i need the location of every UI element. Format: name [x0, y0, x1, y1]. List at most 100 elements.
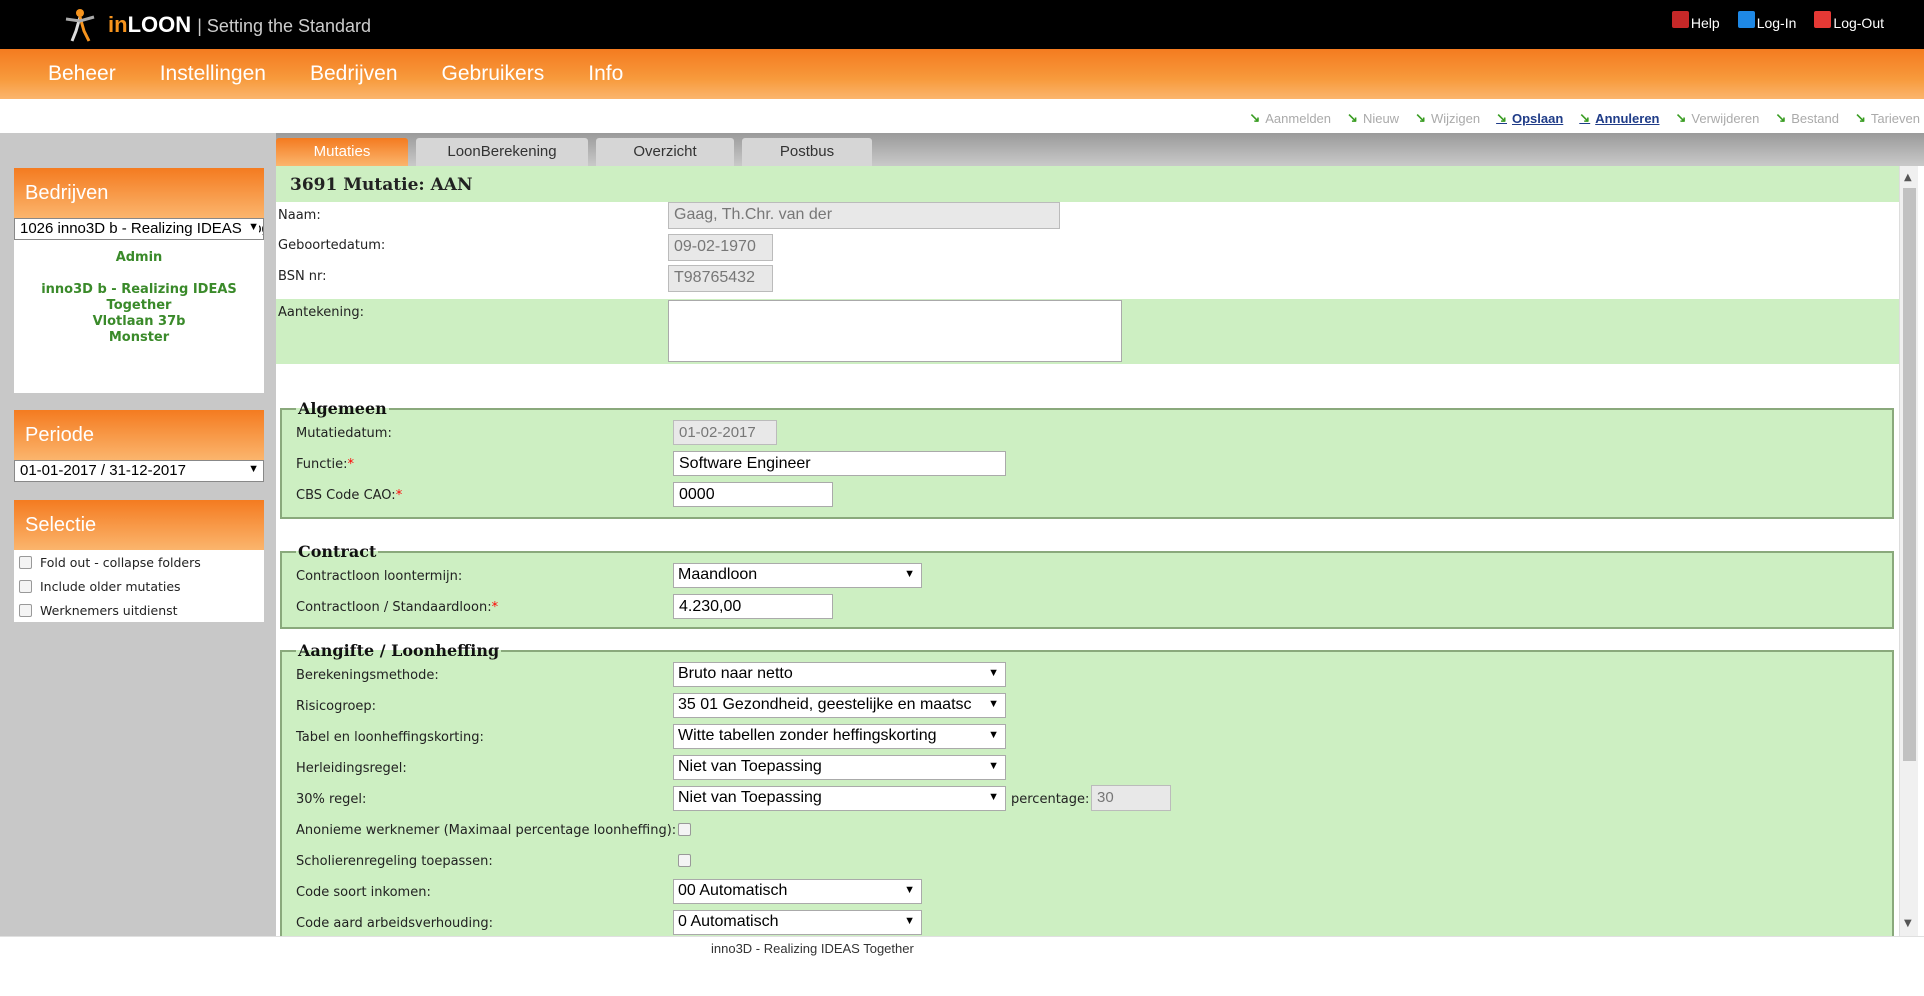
- selectie-panel: Selectie Fold out - collapse folders Inc…: [14, 500, 264, 622]
- action-annuleren[interactable]: ↘ Annuleren: [1579, 110, 1659, 126]
- help-label: Help: [1690, 14, 1720, 31]
- scroll-down-icon[interactable]: ▼: [1904, 918, 1912, 929]
- menu-bedrijven[interactable]: Bedrijven: [310, 62, 398, 86]
- login-link[interactable]: Log-In: [1737, 11, 1796, 31]
- action-bestand[interactable]: ↘ Bestand: [1775, 110, 1839, 126]
- include-older-label: Include older mutaties: [40, 578, 181, 594]
- menu-info[interactable]: Info: [588, 62, 623, 86]
- contract-legend: Contract: [298, 542, 377, 561]
- geboortedatum-label: Geboortedatum:: [278, 238, 386, 253]
- brand-title: inLOON | Setting the Standard: [108, 12, 371, 38]
- periode-select[interactable]: 01-01-2017 / 31-12-2017 ▼: [14, 460, 264, 482]
- scroll-up-icon[interactable]: ▲: [1904, 172, 1912, 183]
- tab-overzicht[interactable]: Overzicht: [596, 138, 734, 166]
- scrollbar-thumb[interactable]: [1903, 188, 1916, 761]
- cbs-field[interactable]: 0000: [673, 482, 833, 507]
- action-wijzigen[interactable]: ↘ Wijzigen: [1415, 110, 1480, 126]
- berekeningsmethode-label: Berekeningsmethode:: [296, 668, 439, 683]
- help-link[interactable]: Help: [1671, 11, 1720, 31]
- company-name-line1: inno3D b - Realizing IDEAS: [41, 282, 237, 297]
- required-asterisk: *: [395, 488, 403, 503]
- standaardloon-row: Contractloon / Standaardloon:* 4.230,00: [296, 592, 1878, 623]
- inloon-logo-icon: [65, 9, 95, 42]
- code-soort-select[interactable]: 00 Automatisch ▼: [673, 879, 922, 904]
- geboortedatum-field[interactable]: 09-02-1970: [668, 234, 773, 261]
- anoniem-row: Anonieme werknemer (Maximaal percentage …: [296, 815, 1878, 846]
- menu-beheer[interactable]: Beheer: [48, 62, 116, 86]
- tab-loonberekening[interactable]: LoonBerekening: [416, 138, 588, 166]
- herleidingsregel-select[interactable]: Niet van Toepassing ▼: [673, 755, 1006, 780]
- naam-label: Naam:: [278, 208, 321, 223]
- mutatiedatum-field[interactable]: 01-02-2017: [673, 420, 777, 445]
- brand-tagline: | Setting the Standard: [197, 16, 372, 36]
- berekeningsmethode-select[interactable]: Bruto naar netto ▼: [673, 662, 1006, 687]
- menu-instellingen[interactable]: Instellingen: [160, 62, 266, 86]
- include-older-checkbox[interactable]: [19, 579, 32, 593]
- risicogroep-select[interactable]: 35 01 Gezondheid, geestelijke en maatsc …: [673, 693, 1006, 718]
- company-city: Monster: [108, 330, 170, 345]
- option-werknemers-uitdienst[interactable]: Werknemers uitdienst: [14, 598, 264, 622]
- functie-label: Functie:*: [296, 457, 354, 472]
- naam-field[interactable]: Gaag, Th.Chr. van der: [668, 202, 1060, 229]
- geboortedatum-row: Geboortedatum: 09-02-1970: [276, 232, 1899, 263]
- functie-row: Functie:* Software Engineer: [296, 449, 1878, 480]
- scholieren-checkbox[interactable]: [678, 854, 691, 867]
- logout-icon: [1814, 11, 1832, 28]
- dertig-procent-select[interactable]: Niet van Toepassing ▼: [673, 786, 1006, 811]
- arrow-down-right-icon: ↘: [1775, 110, 1787, 125]
- percentage-field[interactable]: 30: [1091, 785, 1171, 811]
- tabel-select[interactable]: Witte tabellen zonder heffingskorting ▼: [673, 724, 1006, 749]
- aangifte-legend: Aangifte / Loonheffing: [298, 641, 500, 660]
- standaardloon-label-text: Contractloon / Standaardloon:: [296, 600, 492, 615]
- risicogroep-row: Risicogroep: 35 01 Gezondheid, geestelij…: [296, 691, 1878, 722]
- cbs-label: CBS Code CAO:*: [296, 488, 402, 503]
- code-aard-select[interactable]: 0 Automatisch ▼: [673, 910, 922, 935]
- uitdienst-checkbox[interactable]: [19, 603, 32, 617]
- option-include-older[interactable]: Include older mutaties: [14, 574, 264, 598]
- mutatiedatum-label: Mutatiedatum:: [296, 426, 392, 441]
- brand-loon: LOON: [127, 12, 192, 37]
- action-nieuw[interactable]: ↘ Nieuw: [1347, 110, 1399, 126]
- action-aanmelden[interactable]: ↘ Aanmelden: [1249, 110, 1331, 126]
- content-scrollbar[interactable]: ▲ ▼: [1899, 166, 1918, 936]
- arrow-down-right-icon: ↘: [1854, 110, 1866, 125]
- action-tarieven[interactable]: ↘ Tarieven: [1855, 110, 1920, 126]
- aantekening-textarea[interactable]: [668, 300, 1122, 362]
- anoniem-checkbox[interactable]: [678, 823, 691, 836]
- code-aard-value: 0 Automatisch: [678, 913, 779, 930]
- bsn-field[interactable]: T98765432: [668, 265, 773, 292]
- brand-in: in: [108, 12, 128, 37]
- action-opslaan[interactable]: ↘ Opslaan: [1496, 110, 1563, 126]
- functie-field[interactable]: Software Engineer: [673, 451, 1006, 476]
- bedrijf-select[interactable]: 1026 inno3D b - Realizing IDEAS Together…: [14, 218, 264, 240]
- help-icon: [1671, 11, 1689, 28]
- aantekening-row: Aantekening:: [276, 299, 1899, 364]
- action-label: Wijzigen: [1430, 110, 1481, 126]
- standaardloon-field[interactable]: 4.230,00: [673, 594, 833, 619]
- aangifte-fieldset: Aangifte / Loonheffing Berekeningsmethod…: [280, 641, 1894, 936]
- main-content: 3691 Mutatie: AAN Naam: Gaag, Th.Chr. va…: [276, 166, 1899, 936]
- action-label: Bestand: [1791, 110, 1839, 126]
- tabel-label: Tabel en loonheffingskorting:: [296, 730, 484, 745]
- periode-title: Periode: [14, 410, 264, 460]
- standaardloon-label: Contractloon / Standaardloon:*: [296, 600, 498, 615]
- dertig-procent-value: Niet van Toepassing: [678, 789, 822, 806]
- contract-fieldset: Contract Contractloon loontermijn: Maand…: [280, 542, 1894, 629]
- action-verwijderen[interactable]: ↘ Verwijderen: [1676, 110, 1760, 126]
- fold-out-checkbox[interactable]: [19, 555, 32, 569]
- risicogroep-label: Risicogroep:: [296, 699, 377, 714]
- tab-mutaties[interactable]: Mutaties: [276, 138, 408, 166]
- selectie-title: Selectie: [14, 500, 264, 550]
- top-links: Help Log-In Log-Out: [1671, 11, 1884, 31]
- mutatie-title: 3691 Mutatie: AAN: [276, 166, 1899, 202]
- company-street: Vlotlaan 37b: [92, 314, 186, 329]
- loontermijn-select[interactable]: Maandloon ▼: [673, 563, 922, 588]
- logout-link[interactable]: Log-Out: [1814, 11, 1884, 31]
- dropdown-arrow-icon: ▼: [904, 884, 915, 896]
- anoniem-label: Anonieme werknemer (Maximaal percentage …: [296, 823, 677, 838]
- option-fold-out[interactable]: Fold out - collapse folders: [14, 550, 264, 574]
- menu-gebruikers[interactable]: Gebruikers: [442, 62, 545, 86]
- fold-out-label: Fold out - collapse folders: [40, 554, 201, 570]
- berekeningsmethode-value: Bruto naar netto: [678, 665, 793, 682]
- tab-postbus[interactable]: Postbus: [742, 138, 872, 166]
